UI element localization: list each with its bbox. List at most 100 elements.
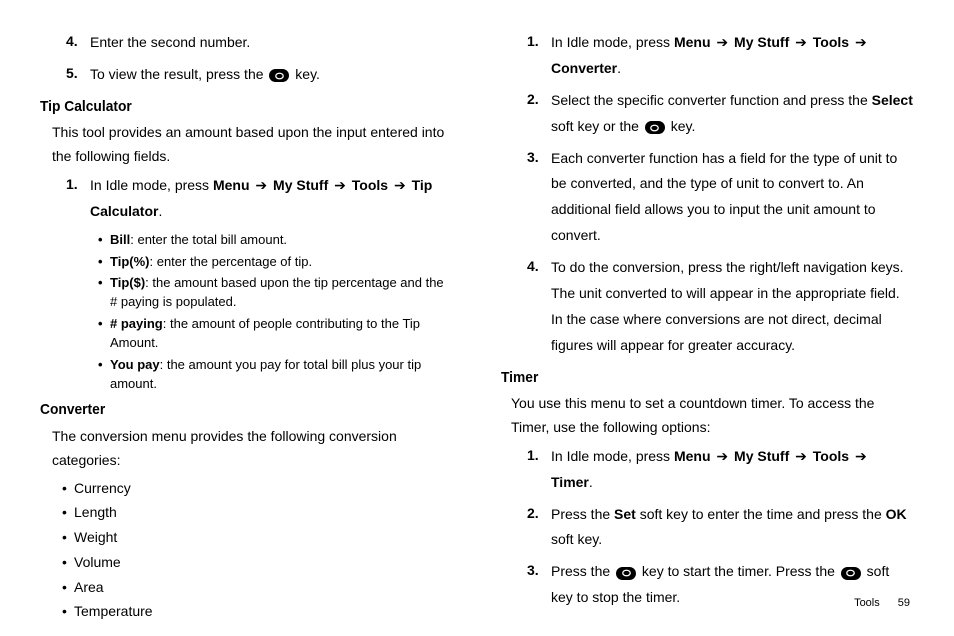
- step-number: 4.: [66, 30, 90, 56]
- text: .: [158, 203, 162, 219]
- section-heading-tip-calculator: Tip Calculator: [40, 94, 453, 120]
- arrow-icon: ➔: [392, 177, 408, 193]
- bullet-item: • Tip(%): enter the percentage of tip.: [98, 253, 453, 272]
- bold-text: Select: [872, 92, 913, 108]
- page-body: 4. Enter the second number. 5. To view t…: [0, 0, 954, 590]
- bullet-dot: •: [62, 600, 74, 624]
- bullet-item: •Area: [62, 576, 453, 600]
- bullet-dot: •: [98, 274, 110, 312]
- step-number: 3.: [527, 146, 551, 250]
- bullet-dot: •: [98, 231, 110, 250]
- step-number: 1.: [527, 30, 551, 82]
- step-text: To do the conversion, press the right/le…: [551, 255, 914, 359]
- step-number: 2.: [527, 88, 551, 140]
- bullet-text: Weight: [74, 526, 117, 550]
- bullet-item: •Length: [62, 501, 453, 525]
- bullet-text: Tip(%): enter the percentage of tip.: [110, 253, 453, 272]
- text: .: [589, 474, 593, 490]
- text: In Idle mode, press: [90, 177, 213, 193]
- step-number: 1.: [66, 173, 90, 225]
- step-text: In Idle mode, press Menu ➔ My Stuff ➔ To…: [90, 173, 453, 225]
- footer-section-label: Tools: [854, 597, 880, 609]
- bullet-dot: •: [62, 551, 74, 575]
- step-text: Each converter function has a field for …: [551, 146, 914, 250]
- text: soft key to enter the time and press the: [636, 506, 886, 522]
- step-text: To view the result, press the key.: [90, 62, 453, 88]
- bullet-item: • You pay: the amount you pay for total …: [98, 356, 453, 394]
- step-text: Press the Set soft key to enter the time…: [551, 502, 914, 554]
- bullet-text: You pay: the amount you pay for total bi…: [110, 356, 453, 394]
- arrow-icon: ➔: [793, 34, 809, 50]
- step-text: In Idle mode, press Menu ➔ My Stuff ➔ To…: [551, 30, 914, 82]
- step-number: 1.: [527, 444, 551, 496]
- section-heading-timer: Timer: [501, 365, 914, 391]
- section-heading-converter: Converter: [40, 397, 453, 423]
- text: Press the: [551, 506, 614, 522]
- list-item: 1. In Idle mode, press Menu ➔ My Stuff ➔…: [527, 30, 914, 82]
- page-number: 59: [898, 597, 910, 609]
- bullet-item: •Temperature: [62, 600, 453, 624]
- page-footer: Tools 59: [854, 597, 910, 609]
- bullet-item: •Weight: [62, 526, 453, 550]
- bullet-text: Length: [74, 501, 117, 525]
- bullet-dot: •: [98, 315, 110, 353]
- text: soft key or the: [551, 118, 643, 134]
- bullet-text: Bill: enter the total bill amount.: [110, 231, 453, 250]
- list-item: 3. Each converter function has a field f…: [527, 146, 914, 250]
- right-column: 1. In Idle mode, press Menu ➔ My Stuff ➔…: [501, 30, 914, 580]
- bold-text: Set: [614, 506, 636, 522]
- bullet-dot: •: [98, 356, 110, 394]
- text: To view the result, press the: [90, 66, 267, 82]
- arrow-icon: ➔: [332, 177, 348, 193]
- step-number: 5.: [66, 62, 90, 88]
- list-item: 4. Enter the second number.: [66, 30, 453, 56]
- list-item: 1. In Idle mode, press Menu ➔ My Stuff ➔…: [66, 173, 453, 225]
- text: .: [617, 60, 621, 76]
- text: key.: [291, 66, 320, 82]
- bullet-text: Tip($): the amount based upon the tip pe…: [110, 274, 453, 312]
- bullet-dot: •: [98, 253, 110, 272]
- text: key to start the timer. Press the: [638, 563, 839, 579]
- ok-key-icon: [841, 567, 861, 580]
- text: In Idle mode, press: [551, 34, 674, 50]
- list-item: 2. Press the Set soft key to enter the t…: [527, 502, 914, 554]
- bullet-dot: •: [62, 526, 74, 550]
- bullet-dot: •: [62, 576, 74, 600]
- arrow-icon: ➔: [714, 34, 730, 50]
- ok-key-icon: [645, 121, 665, 134]
- text: Select the specific converter function a…: [551, 92, 872, 108]
- bullet-item: •Volume: [62, 551, 453, 575]
- bullet-text: Temperature: [74, 600, 153, 624]
- step-text: In Idle mode, press Menu ➔ My Stuff ➔ To…: [551, 444, 914, 496]
- arrow-icon: ➔: [793, 448, 809, 464]
- arrow-icon: ➔: [253, 177, 269, 193]
- bullet-text: Currency: [74, 477, 131, 501]
- step-text: Enter the second number.: [90, 30, 453, 56]
- arrow-icon: ➔: [853, 34, 869, 50]
- text: soft key.: [551, 531, 602, 547]
- text: Press the: [551, 563, 614, 579]
- step-number: 2.: [527, 502, 551, 554]
- bullet-item: • Bill: enter the total bill amount.: [98, 231, 453, 250]
- section-intro: The conversion menu provides the followi…: [52, 425, 453, 473]
- step-text: Select the specific converter function a…: [551, 88, 914, 140]
- bullet-text: Volume: [74, 551, 121, 575]
- section-intro: This tool provides an amount based upon …: [52, 121, 453, 169]
- bullet-dot: •: [62, 477, 74, 501]
- ok-key-icon: [269, 69, 289, 82]
- list-item: 5. To view the result, press the key.: [66, 62, 453, 88]
- text: key.: [667, 118, 696, 134]
- text: In Idle mode, press: [551, 448, 674, 464]
- arrow-icon: ➔: [853, 448, 869, 464]
- left-column: 4. Enter the second number. 5. To view t…: [40, 30, 453, 580]
- step-number: 3.: [527, 559, 551, 611]
- bold-text: OK: [886, 506, 907, 522]
- bullet-item: •Currency: [62, 477, 453, 501]
- list-item: 4. To do the conversion, press the right…: [527, 255, 914, 359]
- bullet-dot: •: [62, 501, 74, 525]
- section-intro: You use this menu to set a countdown tim…: [511, 392, 914, 440]
- list-item: 2. Select the specific converter functio…: [527, 88, 914, 140]
- bullet-text: Area: [74, 576, 104, 600]
- step-number: 4.: [527, 255, 551, 359]
- list-item: 1. In Idle mode, press Menu ➔ My Stuff ➔…: [527, 444, 914, 496]
